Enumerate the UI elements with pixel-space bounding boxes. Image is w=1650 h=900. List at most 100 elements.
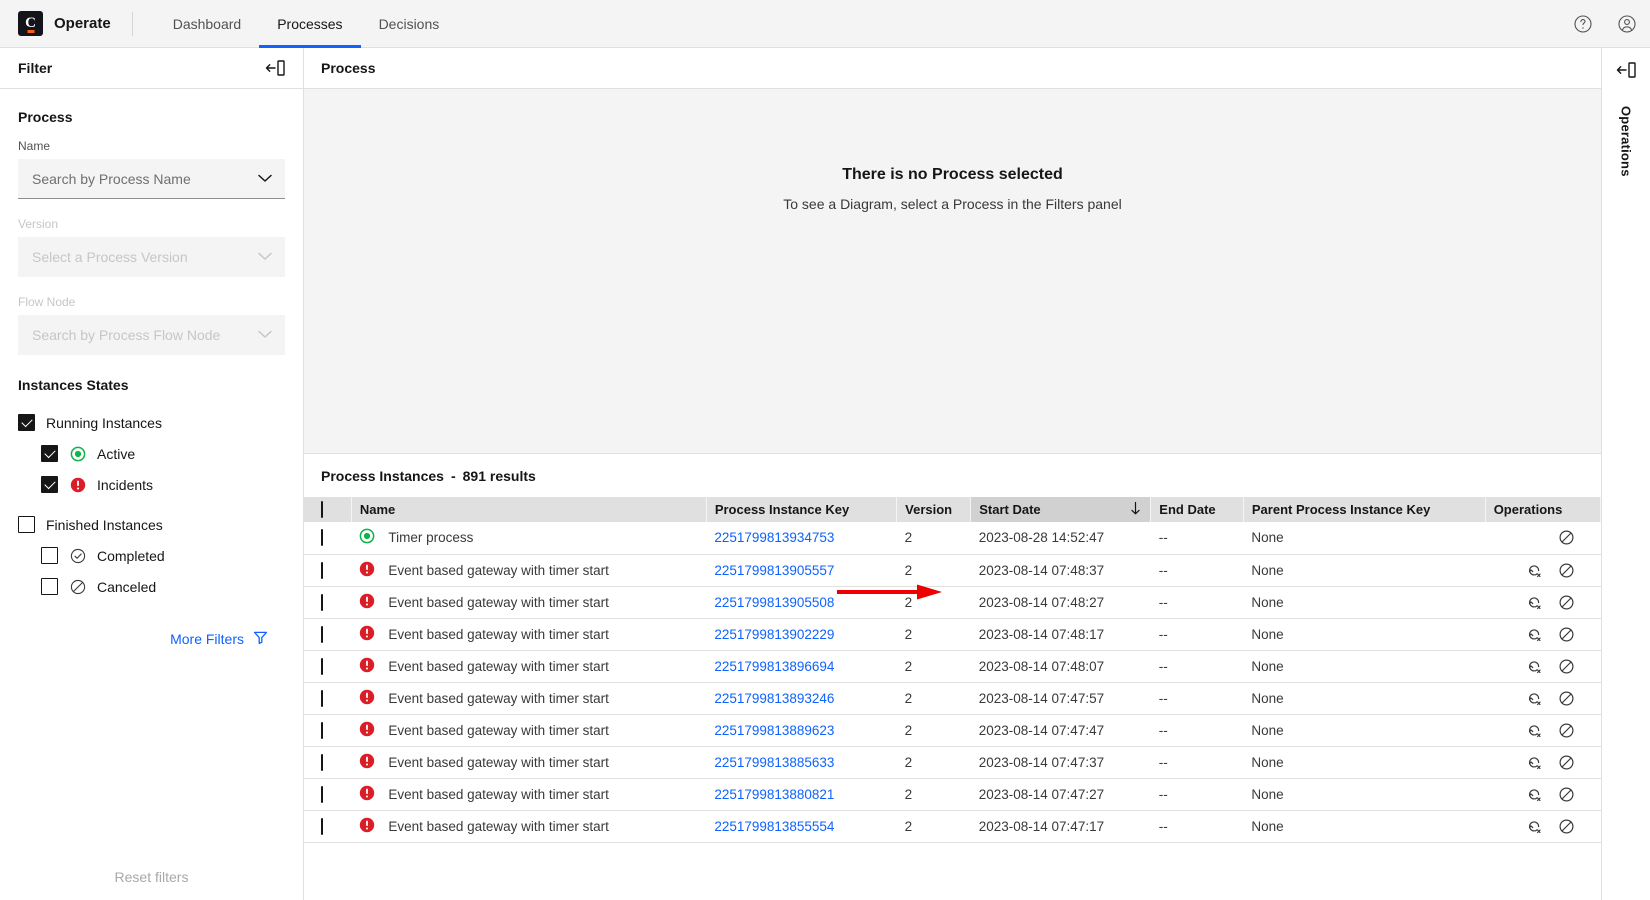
table-row[interactable]: Event based gateway with timer start 2251… <box>304 586 1601 619</box>
retry-operation-icon[interactable] <box>1526 690 1543 707</box>
row-checkbox[interactable] <box>321 785 323 803</box>
cancel-operation-icon[interactable] <box>1558 529 1575 546</box>
cancel-operation-icon[interactable] <box>1558 658 1575 675</box>
table-row[interactable]: Timer process 2251799813934753 2 2023-08-28… <box>304 522 1601 555</box>
cancel-operation-icon[interactable] <box>1558 786 1575 803</box>
collapse-panel-icon[interactable] <box>1615 60 1637 80</box>
row-select-cell[interactable] <box>304 778 352 811</box>
checkbox-row-completed[interactable]: Completed <box>18 540 285 571</box>
checkbox-incidents[interactable] <box>41 476 58 493</box>
checkbox-row-running-instances[interactable]: Running Instances <box>18 407 285 438</box>
checkbox-active[interactable] <box>41 445 58 462</box>
nav-item-dashboard[interactable]: Dashboard <box>155 0 260 48</box>
cancel-operation-icon[interactable] <box>1558 722 1575 739</box>
retry-operation-icon[interactable] <box>1526 754 1543 771</box>
row-select-cell[interactable] <box>304 682 352 715</box>
th-end-date[interactable]: End Date <box>1150 497 1244 522</box>
process-instance-key-link[interactable]: 2251799813934753 <box>714 530 834 545</box>
checkbox-row-canceled[interactable]: Canceled <box>18 571 285 602</box>
table-row[interactable]: Event based gateway with timer start 2251… <box>304 554 1601 587</box>
checkbox-running-instances[interactable] <box>18 414 35 431</box>
brand[interactable]: C Operate <box>0 11 111 36</box>
table-row[interactable]: Event based gateway with timer start 2251… <box>304 714 1601 747</box>
process-instance-key-link[interactable]: 2251799813905508 <box>714 595 834 610</box>
row-checkbox[interactable] <box>321 721 323 739</box>
row-select-cell[interactable] <box>304 650 352 683</box>
more-filters-button[interactable]: More Filters <box>18 630 285 648</box>
reset-filters-button[interactable]: Reset filters <box>0 853 303 900</box>
th-name[interactable]: Name <box>351 497 707 522</box>
checkbox-canceled[interactable] <box>41 578 58 595</box>
checkbox-row-finished-instances[interactable]: Finished Instances <box>18 509 285 540</box>
row-select-cell[interactable] <box>304 618 352 651</box>
row-select-cell[interactable] <box>304 586 352 619</box>
checkbox-row-active[interactable]: Active <box>18 438 285 469</box>
th-version[interactable]: Version <box>896 497 972 522</box>
retry-operation-icon[interactable] <box>1526 786 1543 803</box>
th-start-date[interactable]: Start Date <box>970 497 1152 522</box>
table-row[interactable]: Event based gateway with timer start 2251… <box>304 810 1601 843</box>
nav-item-decisions[interactable]: Decisions <box>361 0 458 48</box>
chevron-down-icon <box>258 174 272 183</box>
row-checkbox[interactable] <box>321 657 323 675</box>
th-process-instance-key[interactable]: Process Instance Key <box>706 497 898 522</box>
cancel-operation-icon[interactable] <box>1558 594 1575 611</box>
instances-header: Process Instances - 891 results <box>304 454 1601 497</box>
row-checkbox[interactable] <box>321 689 323 707</box>
cancel-operation-icon[interactable] <box>1558 818 1575 835</box>
cancel-operation-icon[interactable] <box>1558 754 1575 771</box>
retry-operation-icon[interactable] <box>1526 562 1543 579</box>
cell-operations <box>1485 618 1601 651</box>
process-instance-key-link[interactable]: 2251799813889623 <box>714 723 834 738</box>
retry-operation-icon[interactable] <box>1526 818 1543 835</box>
row-checkbox[interactable] <box>321 625 323 643</box>
retry-operation-icon[interactable] <box>1526 722 1543 739</box>
row-select-cell[interactable] <box>304 746 352 779</box>
process-instance-key-link[interactable]: 2251799813902229 <box>714 627 834 642</box>
cancel-operation-icon[interactable] <box>1558 690 1575 707</box>
th-parent-process-instance-key[interactable]: Parent Process Instance Key <box>1243 497 1486 522</box>
process-version-select[interactable]: Select a Process Version <box>18 237 285 277</box>
table-row[interactable]: Event based gateway with timer start 2251… <box>304 618 1601 651</box>
table-row[interactable]: Event based gateway with timer start 2251… <box>304 778 1601 811</box>
help-icon[interactable] <box>1572 13 1594 35</box>
process-instance-key-link[interactable]: 2251799813893246 <box>714 691 834 706</box>
process-instance-key-link[interactable]: 2251799813896694 <box>714 659 834 674</box>
nav-item-processes[interactable]: Processes <box>259 0 361 48</box>
row-checkbox[interactable] <box>321 753 323 771</box>
cell-parent-process-instance-key: None <box>1243 778 1486 811</box>
process-name-select[interactable]: Search by Process Name <box>18 159 285 199</box>
select-all-checkbox[interactable] <box>321 501 323 518</box>
row-select-cell[interactable] <box>304 554 352 587</box>
instances-table-scroll[interactable]: Name Process Instance Key Version Start … <box>304 497 1601 900</box>
retry-operation-icon[interactable] <box>1526 626 1543 643</box>
row-checkbox[interactable] <box>321 817 323 835</box>
row-checkbox[interactable] <box>321 529 323 547</box>
checkbox-row-incidents[interactable]: Incidents <box>18 469 285 500</box>
incident-icon <box>359 721 375 740</box>
retry-operation-icon[interactable] <box>1526 658 1543 675</box>
process-instance-key-link[interactable]: 2251799813905557 <box>714 563 834 578</box>
retry-operation-icon[interactable] <box>1526 594 1543 611</box>
checkbox-completed[interactable] <box>41 547 58 564</box>
process-instance-key-link[interactable]: 2251799813880821 <box>714 787 834 802</box>
user-avatar-icon[interactable] <box>1616 13 1638 35</box>
row-select-cell[interactable] <box>304 714 352 747</box>
cell-process-instance-key: 2251799813905508 <box>706 586 897 619</box>
table-row[interactable]: Event based gateway with timer start 2251… <box>304 650 1601 683</box>
checkbox-finished-instances[interactable] <box>18 516 35 533</box>
collapse-panel-icon[interactable] <box>264 58 286 78</box>
process-instance-key-link[interactable]: 2251799813885633 <box>714 755 834 770</box>
table-row[interactable]: Event based gateway with timer start 2251… <box>304 682 1601 715</box>
cell-operations <box>1485 682 1601 715</box>
th-select-all[interactable] <box>304 497 352 522</box>
row-checkbox[interactable] <box>321 561 323 579</box>
process-instance-key-link[interactable]: 2251799813855554 <box>714 819 834 834</box>
row-select-cell[interactable] <box>304 522 352 555</box>
table-row[interactable]: Event based gateway with timer start 2251… <box>304 746 1601 779</box>
flow-node-select[interactable]: Search by Process Flow Node <box>18 315 285 355</box>
row-select-cell[interactable] <box>304 810 352 843</box>
cancel-operation-icon[interactable] <box>1558 626 1575 643</box>
cancel-operation-icon[interactable] <box>1558 562 1575 579</box>
row-checkbox[interactable] <box>321 593 323 611</box>
